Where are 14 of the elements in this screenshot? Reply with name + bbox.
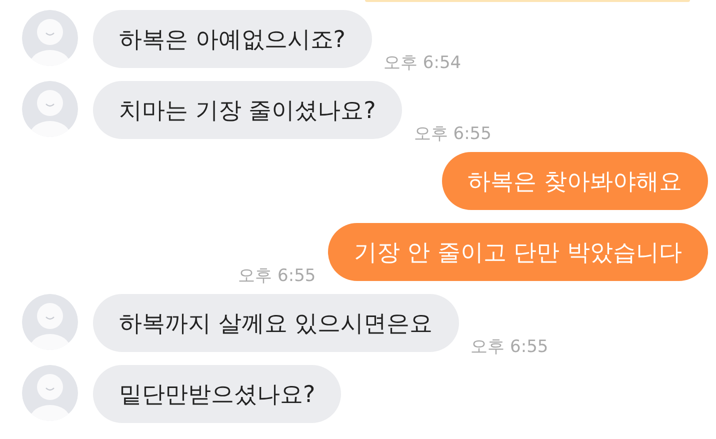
avatar-icon [22, 294, 78, 350]
avatar-icon [22, 365, 78, 421]
message-bubble: 하복은 찾아봐야해요 [442, 152, 708, 210]
avatar-icon [22, 81, 78, 137]
message-time: 오후 6:54 [384, 52, 462, 74]
message-time: 오후 6:55 [238, 265, 316, 287]
message-bubble: 밑단만받으셨나요? [93, 365, 342, 423]
avatar-icon [22, 10, 78, 66]
message-time: 오후 6:55 [470, 336, 548, 358]
message-time: 오후 6:55 [414, 123, 492, 145]
message-bubble: 하복은 아예없으시죠? [93, 10, 372, 68]
message-bubble: 하복까지 살께요 있으시면은요 [93, 294, 459, 352]
message-bubble: 치마는 기장 줄이셨나요? [93, 81, 402, 139]
message-bubble: 기장 안 줄이고 단만 박았습니다 [328, 223, 708, 281]
